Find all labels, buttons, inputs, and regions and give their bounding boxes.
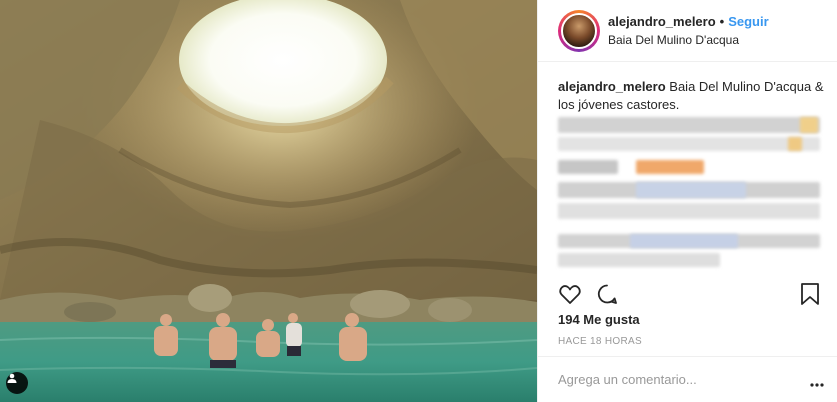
header-separator: • [719,14,725,29]
comment-bar [538,356,837,402]
more-options-icon[interactable] [810,374,824,392]
cave-photo-illustration [0,0,537,402]
post-photo[interactable] [0,0,537,402]
action-bar [558,282,820,308]
person-tag-icon[interactable] [6,372,28,394]
bookmark-icon[interactable] [800,282,820,311]
follow-button[interactable]: Seguir [728,14,768,29]
likes-count[interactable]: 194 Me gusta [558,312,640,327]
header-username[interactable]: alejandro_melero [608,14,716,29]
comment-bubble-icon[interactable] [595,282,619,311]
caption-username[interactable]: alejandro_melero [558,79,666,94]
avatar[interactable] [558,9,600,52]
heart-icon[interactable] [558,282,582,311]
caption: alejandro_melero Baia Del Mulino D'acqua… [558,78,830,114]
post-header: alejandro_melero • Seguir Baia Del Mulin… [538,0,837,62]
post-side-panel: alejandro_melero • Seguir Baia Del Mulin… [537,0,837,402]
location-link[interactable]: Baia Del Mulino D'acqua [608,33,769,47]
comment-input[interactable] [558,372,788,387]
post-timestamp: HACE 18 HORAS [558,336,642,347]
